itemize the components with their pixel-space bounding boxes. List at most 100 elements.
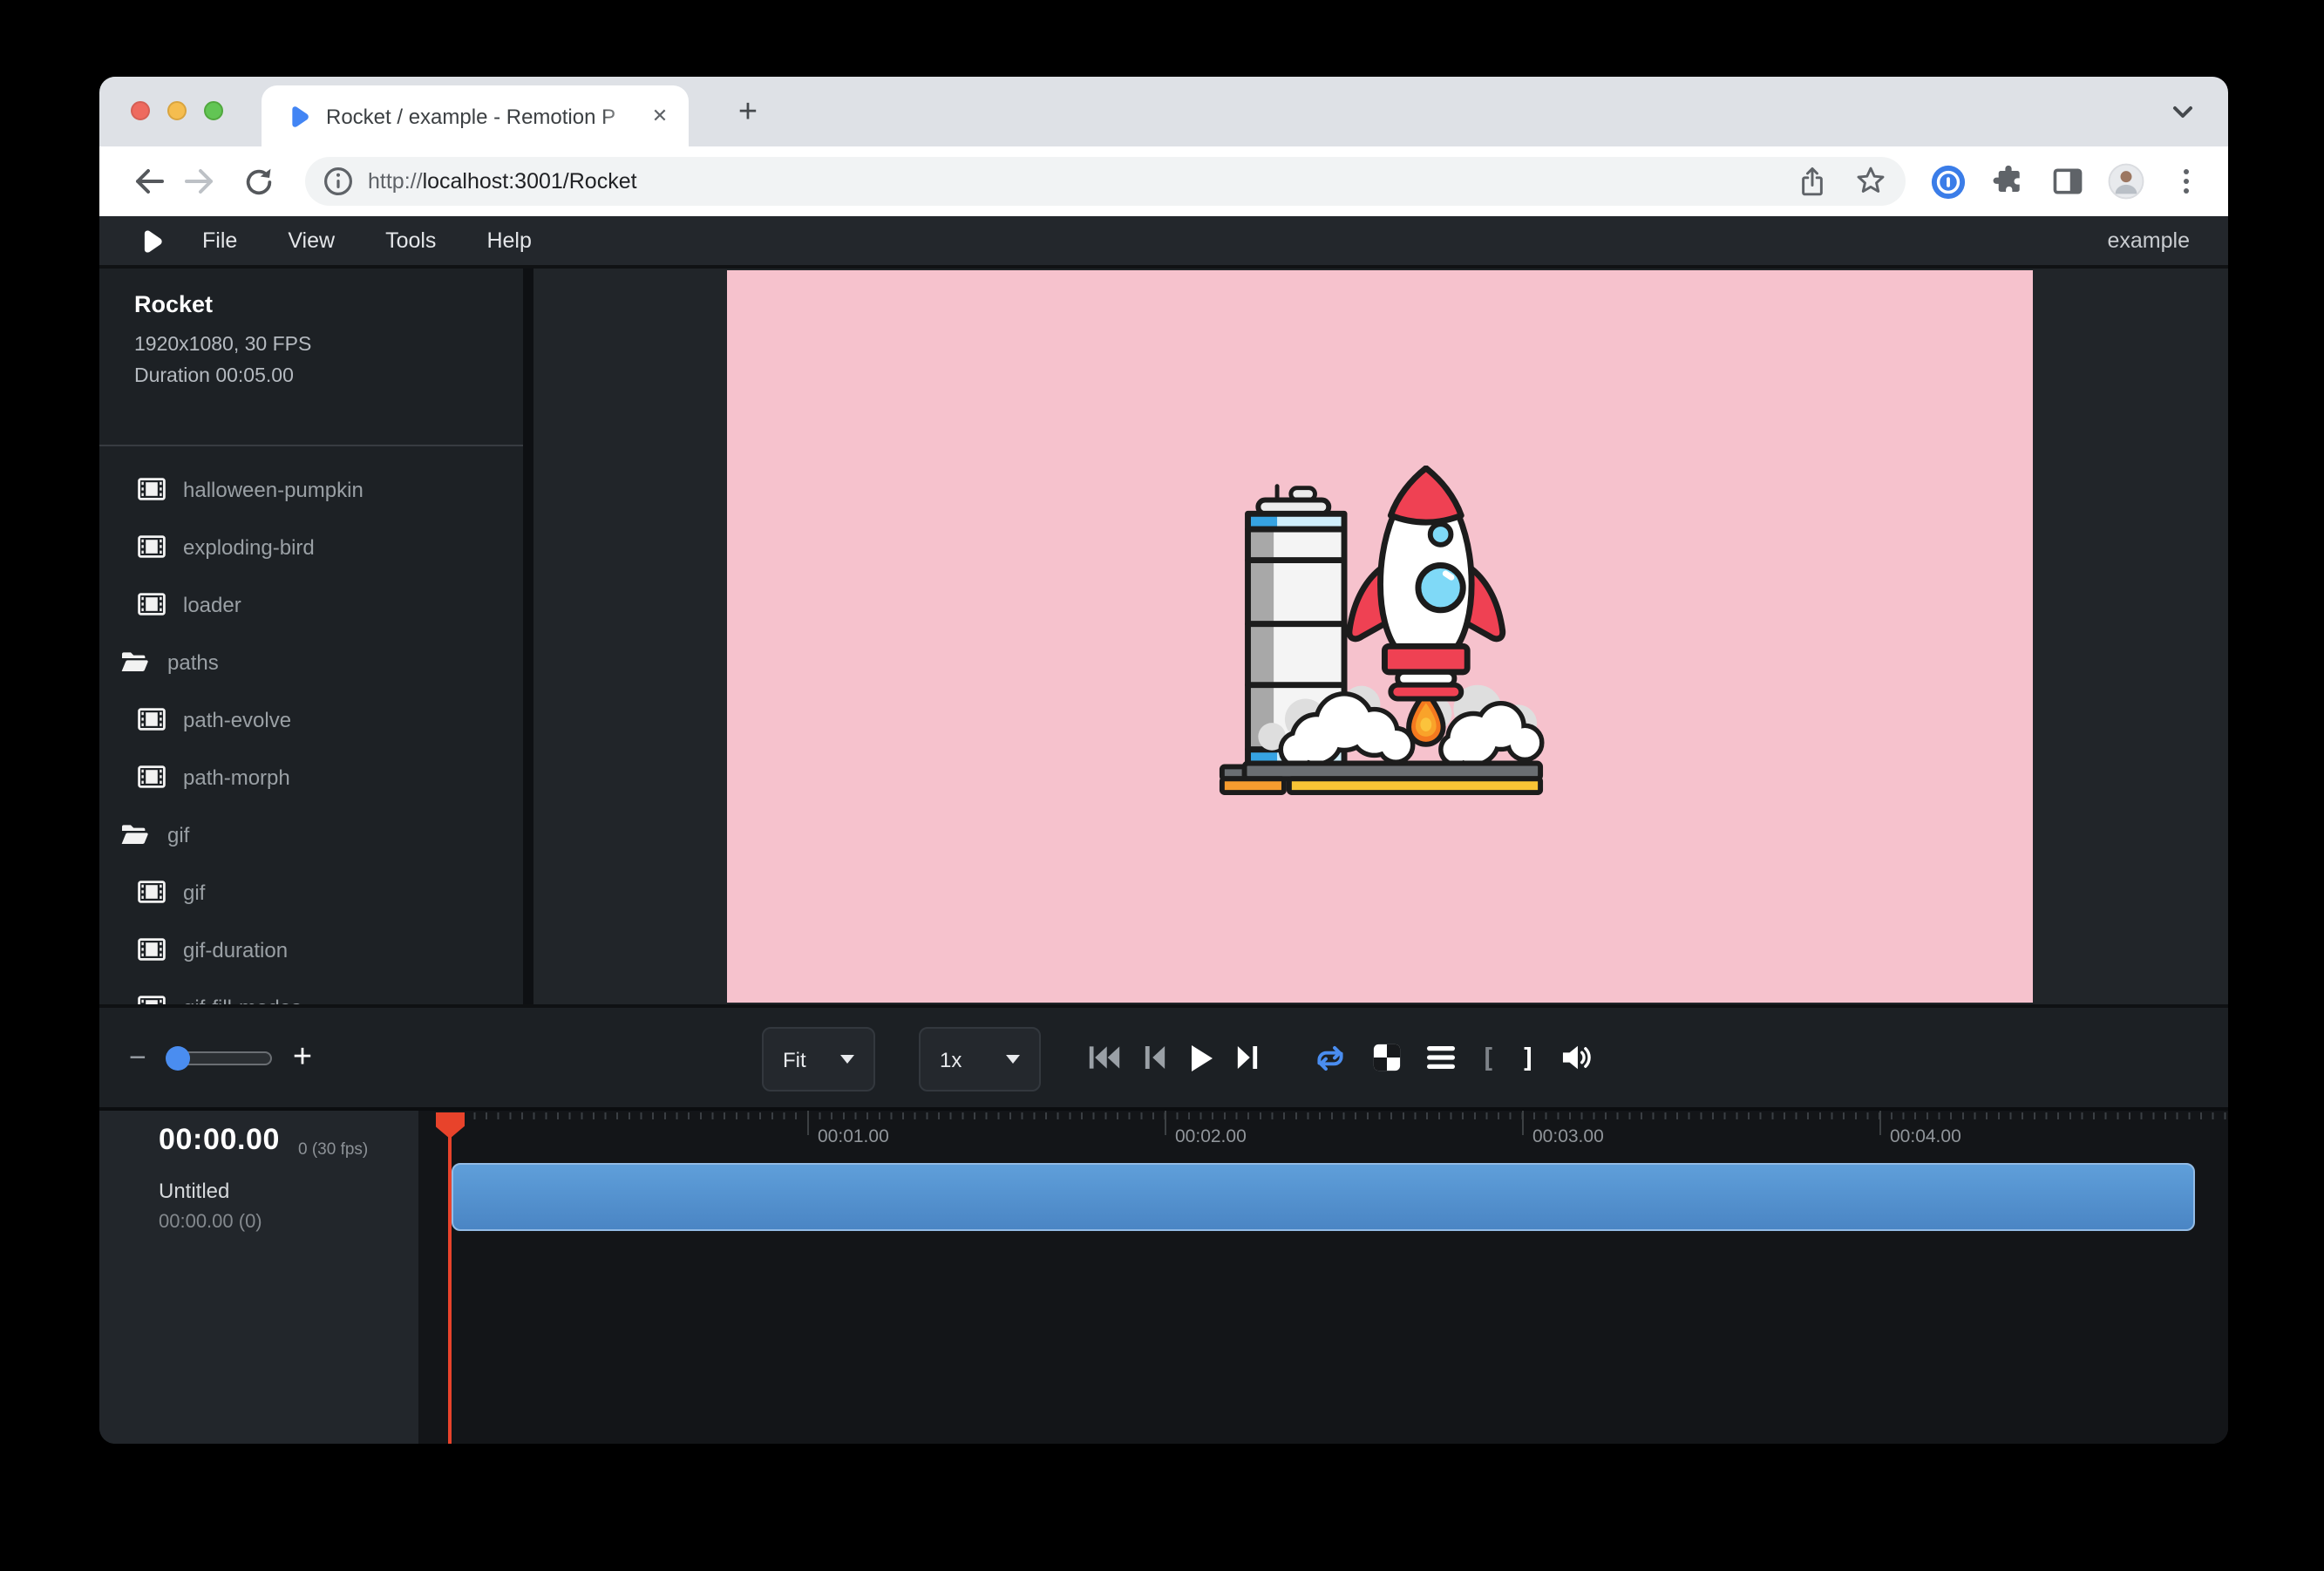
- playhead-marker[interactable]: [435, 1112, 465, 1139]
- chevron-down-icon: [1006, 1055, 1020, 1064]
- tab-title: Rocket / example - Remotion P: [326, 102, 645, 130]
- app-menu-bar: File View Tools Help example: [99, 216, 2228, 269]
- out-point-button[interactable]: ]: [1520, 1042, 1536, 1073]
- film-icon: [136, 478, 166, 500]
- sidebar-item-path-evolve[interactable]: path-evolve: [99, 690, 523, 748]
- sidebar-item-gif-duration[interactable]: gif-duration: [99, 921, 523, 978]
- track-time-label: 00:00.00 (0): [159, 1212, 262, 1233]
- preview-area: [533, 269, 2228, 1004]
- timeline-rows-icon[interactable]: [1426, 1044, 1456, 1071]
- url-text: http://localhost:3001/Rocket: [368, 169, 1796, 194]
- composition-label: path-evolve: [183, 707, 291, 731]
- film-icon: [136, 938, 166, 961]
- timeline-zoom-slider[interactable]: [167, 1051, 272, 1064]
- active-tab[interactable]: Rocket / example - Remotion P ✕: [262, 85, 689, 146]
- rocket-illustration: [1215, 466, 1546, 797]
- next-frame-button[interactable]: [1236, 1044, 1259, 1071]
- second-tick: [807, 1111, 809, 1135]
- sidebar-item-gif[interactable]: gif: [99, 863, 523, 921]
- close-window-button[interactable]: [131, 101, 150, 120]
- tab-search-chevron-icon[interactable]: [2165, 94, 2200, 129]
- composition-list: halloween-pumpkin exploding-bird loader …: [99, 446, 523, 1004]
- browser-window: Rocket / example - Remotion P ✕ +: [99, 77, 2228, 1444]
- sidebar-folder-gif[interactable]: gif: [99, 806, 523, 863]
- zoom-out-button[interactable]: −: [129, 1040, 146, 1075]
- composition-label: halloween-pumpkin: [183, 477, 364, 501]
- sidebar-item-halloween-pumpkin[interactable]: halloween-pumpkin: [99, 460, 523, 518]
- play-button[interactable]: [1189, 1044, 1213, 1071]
- tab-bar: Rocket / example - Remotion P ✕ +: [99, 77, 2228, 146]
- reload-button[interactable]: [235, 159, 281, 204]
- share-icon[interactable]: [1796, 165, 1829, 198]
- video-canvas: [727, 270, 2033, 1003]
- playback-controls-bar: − + Fit 1x: [99, 1004, 2228, 1107]
- extensions-puzzle-icon[interactable]: [1989, 163, 2026, 200]
- traffic-lights: [131, 101, 223, 120]
- sidebar-folder-paths[interactable]: paths: [99, 633, 523, 690]
- film-icon: [136, 996, 166, 1004]
- bookmark-star-icon[interactable]: [1853, 164, 1888, 199]
- browser-menu-dots-icon[interactable]: [2167, 163, 2204, 200]
- minimize-window-button[interactable]: [167, 101, 187, 120]
- sequence-track-bar[interactable]: [452, 1163, 2195, 1231]
- current-time-display: 00:00.00: [159, 1123, 280, 1158]
- timeline-ruler-area[interactable]: 00:01.00 00:02.00 00:03.00 00:04.00: [418, 1111, 2228, 1444]
- composition-label: exploding-bird: [183, 534, 315, 559]
- forward-button[interactable]: [180, 159, 225, 204]
- film-icon: [136, 881, 166, 903]
- composition-resolution: 1920x1080, 30 FPS: [134, 330, 523, 361]
- film-icon: [136, 535, 166, 558]
- tab-close-icon[interactable]: ✕: [645, 101, 675, 131]
- sidebar-item-loader[interactable]: loader: [99, 575, 523, 633]
- project-name-label: example: [2108, 228, 2191, 253]
- current-frame-display: 0 (30 fps): [298, 1140, 368, 1160]
- timeline-info-panel: 00:00.00 0 (30 fps) Untitled 00:00.00 (0…: [99, 1111, 418, 1444]
- film-icon: [136, 593, 166, 615]
- menu-view[interactable]: View: [288, 228, 335, 253]
- ruler-label: 00:04.00: [1890, 1126, 1961, 1147]
- onepassword-extension-icon[interactable]: [1930, 163, 1967, 200]
- sidebar-item-exploding-bird[interactable]: exploding-bird: [99, 518, 523, 575]
- slider-knob[interactable]: [166, 1046, 190, 1071]
- composition-info: Rocket 1920x1080, 30 FPS Duration 00:05.…: [99, 269, 523, 446]
- site-info-icon[interactable]: [323, 166, 354, 197]
- previous-frame-button[interactable]: [1144, 1044, 1166, 1071]
- transparency-checkerboard-icon[interactable]: [1372, 1043, 1402, 1072]
- loop-toggle-icon[interactable]: [1313, 1042, 1348, 1073]
- playback-rate-dropdown[interactable]: 1x: [919, 1027, 1041, 1092]
- remotion-logo-icon[interactable]: [138, 228, 164, 254]
- composition-duration: Duration 00:05.00: [134, 361, 523, 392]
- chevron-down-icon: [840, 1055, 854, 1064]
- folder-open-icon: [120, 650, 150, 673]
- film-icon: [136, 765, 166, 788]
- size-fit-dropdown[interactable]: Fit: [762, 1027, 875, 1092]
- desktop-background: Rocket / example - Remotion P ✕ +: [0, 0, 2324, 1571]
- in-point-button[interactable]: [: [1480, 1042, 1496, 1073]
- second-tick: [1165, 1111, 1166, 1135]
- volume-icon[interactable]: [1560, 1043, 1594, 1072]
- menu-tools[interactable]: Tools: [385, 228, 436, 253]
- sidebar-item-gif-fill-modes[interactable]: gif-fill-modes: [99, 978, 523, 1004]
- new-tab-button[interactable]: +: [725, 91, 771, 136]
- zoom-in-button[interactable]: +: [293, 1038, 312, 1077]
- film-icon: [136, 708, 166, 731]
- menu-file[interactable]: File: [202, 228, 237, 253]
- second-tick: [1879, 1111, 1881, 1135]
- sidebar-item-path-morph[interactable]: path-morph: [99, 748, 523, 806]
- composition-label: gif: [183, 880, 205, 904]
- ruler-label: 00:02.00: [1175, 1126, 1247, 1147]
- composition-label: gif-duration: [183, 937, 288, 962]
- address-input[interactable]: http://localhost:3001/Rocket: [305, 157, 1906, 206]
- remotion-favicon: [286, 104, 310, 128]
- folder-open-icon: [120, 823, 150, 846]
- fullscreen-window-button[interactable]: [204, 101, 223, 120]
- side-panel-icon[interactable]: [2049, 163, 2085, 200]
- jump-to-start-button[interactable]: [1088, 1044, 1121, 1071]
- timeline-panel: 00:00.00 0 (30 fps) Untitled 00:00.00 (0…: [99, 1107, 2228, 1444]
- back-button[interactable]: [124, 159, 169, 204]
- profile-avatar[interactable]: [2108, 163, 2144, 200]
- menu-help[interactable]: Help: [486, 228, 531, 253]
- composition-label: path-morph: [183, 765, 290, 789]
- composition-title: Rocket: [134, 291, 523, 317]
- ruler-label: 00:03.00: [1532, 1126, 1604, 1147]
